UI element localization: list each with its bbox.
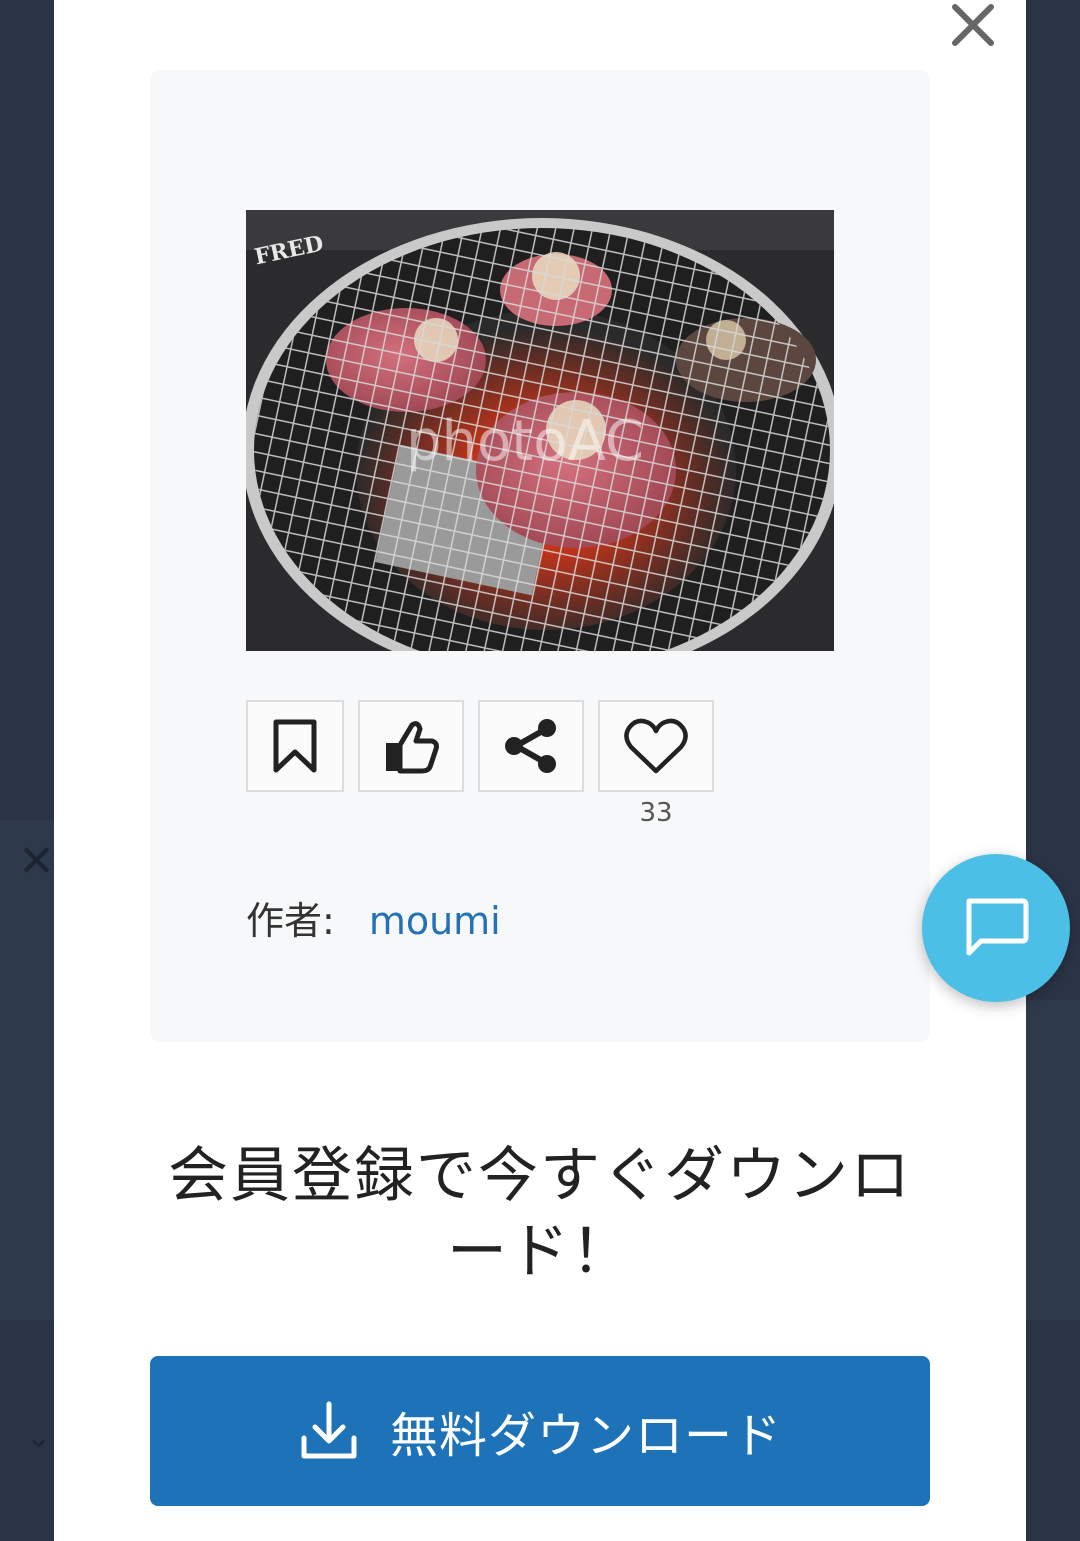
bookmark-button[interactable] bbox=[246, 700, 344, 792]
author-line: 作者: moumi bbox=[246, 890, 501, 945]
background-chevron-icon: ⌄ bbox=[26, 1420, 52, 1455]
thumbs-up-button[interactable] bbox=[358, 700, 464, 792]
free-download-label: 無料ダウンロード bbox=[389, 1408, 782, 1464]
signup-headline: 会員登録で今すぐダウンロード！ bbox=[168, 1141, 912, 1287]
free-download-button[interactable]: 無料ダウンロード bbox=[150, 1356, 930, 1506]
share-icon bbox=[505, 719, 556, 773]
background-page-left bbox=[0, 820, 54, 1320]
author-label: 作者: bbox=[246, 899, 335, 943]
background-page-right bbox=[1026, 1000, 1080, 1320]
author-link[interactable]: moumi bbox=[369, 899, 501, 943]
bookmark-icon bbox=[273, 719, 317, 773]
thumbs-up-icon bbox=[386, 721, 439, 774]
chat-icon bbox=[966, 898, 1029, 956]
background-close-icon: ✕ bbox=[18, 836, 55, 887]
photo-image[interactable]: FRED photoAC bbox=[246, 210, 834, 651]
watermark: photoAC bbox=[406, 409, 644, 474]
close-button[interactable] bbox=[944, 0, 1002, 50]
chat-button[interactable] bbox=[922, 854, 1070, 1002]
favorite-button[interactable] bbox=[598, 700, 714, 792]
like-count: 33 bbox=[639, 798, 673, 828]
download-icon bbox=[301, 1401, 357, 1459]
close-icon bbox=[952, 4, 994, 46]
heart-icon bbox=[624, 718, 688, 774]
share-button[interactable] bbox=[478, 700, 584, 792]
